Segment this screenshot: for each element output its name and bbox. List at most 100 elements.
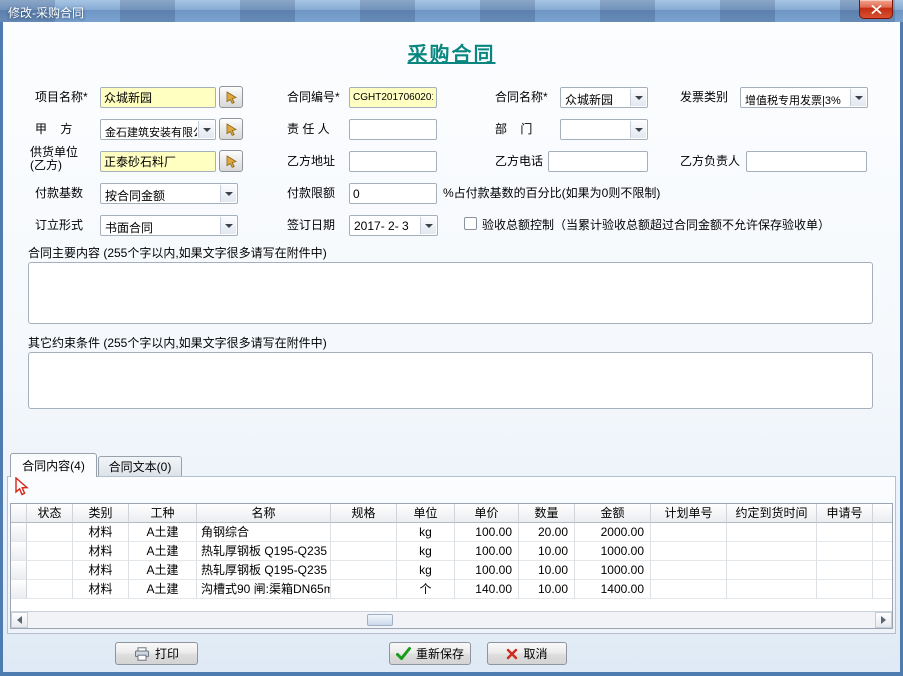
party-a-select[interactable]: 金石建筑安装有限公	[100, 119, 216, 140]
b-manager-input[interactable]	[746, 151, 867, 172]
grid-cell[interactable]	[727, 542, 817, 561]
grid-header-cell[interactable]: 数量	[519, 504, 575, 523]
grid-cell[interactable]: 1000.00	[575, 561, 651, 580]
grid-rowheader-cell[interactable]	[11, 580, 27, 599]
grid-cell[interactable]	[817, 561, 873, 580]
close-button[interactable]	[859, 0, 893, 19]
table-row[interactable]: 材料A土建沟槽式90 闸:渠箱DN65mm个140.0010.001400.00	[11, 580, 892, 599]
dropdown-arrow-button[interactable]	[850, 89, 866, 106]
grid-header-cell[interactable]: 单位	[397, 504, 455, 523]
grid-cell[interactable]: A土建	[129, 542, 197, 561]
save-button[interactable]: 重新保存	[389, 642, 471, 665]
dropdown-arrow-button[interactable]	[630, 121, 646, 138]
grid-cell[interactable]: 材料	[73, 523, 129, 542]
grid-cell[interactable]	[651, 580, 727, 599]
grid-cell[interactable]: 20.00	[519, 523, 575, 542]
contract-form-select[interactable]: 书面合同	[100, 215, 238, 236]
grid-cell[interactable]: A土建	[129, 580, 197, 599]
tab-contract-content[interactable]: 合同内容(4)	[10, 453, 97, 477]
other-terms-textarea[interactable]	[28, 352, 873, 409]
grid-cell[interactable]: 100.00	[455, 523, 519, 542]
grid-cell[interactable]: kg	[397, 523, 455, 542]
department-select[interactable]	[560, 119, 648, 140]
grid-header-cell[interactable]: 规格	[331, 504, 397, 523]
grid-cell[interactable]: 100.00	[455, 542, 519, 561]
table-row[interactable]: 材料A土建热轧厚钢板 Q195-Q235 8 kg100.0010.001000.…	[11, 561, 892, 580]
project-lookup-button[interactable]	[219, 86, 243, 108]
dropdown-arrow-button[interactable]	[220, 217, 236, 234]
table-row[interactable]: 材料A土建角钢综合kg100.0020.002000.00	[11, 523, 892, 542]
dropdown-arrow-button[interactable]	[630, 89, 646, 106]
calendar-dropdown-button[interactable]	[420, 217, 436, 234]
grid-cell[interactable]: 热轧厚钢板 Q195-Q235 8	[197, 561, 331, 580]
grid-cell[interactable]: 热轧厚钢板 Q195-Q235 2	[197, 542, 331, 561]
scroll-right-button[interactable]	[875, 612, 892, 628]
sign-date-picker[interactable]: 2017- 2- 3	[349, 215, 438, 236]
grid-rowheader-cell[interactable]	[11, 561, 27, 580]
horizontal-scrollbar[interactable]	[11, 611, 892, 628]
grid-cell[interactable]	[817, 523, 873, 542]
pay-limit-input[interactable]	[349, 183, 437, 204]
grid-cell[interactable]: 角钢综合	[197, 523, 331, 542]
tab-contract-text[interactable]: 合同文本(0)	[98, 456, 182, 476]
cancel-button[interactable]: 取消	[487, 642, 567, 665]
grid-cell[interactable]: 材料	[73, 561, 129, 580]
duty-person-input[interactable]	[349, 119, 437, 140]
grid-cell[interactable]	[331, 542, 397, 561]
grid-cell[interactable]	[331, 580, 397, 599]
grid-cell[interactable]	[331, 561, 397, 580]
grid-cell[interactable]: 材料	[73, 542, 129, 561]
project-name-input[interactable]	[100, 87, 216, 108]
grid-header-cell[interactable]: 名称	[197, 504, 331, 523]
grid-rowheader-cell[interactable]	[11, 523, 27, 542]
grid-cell[interactable]	[727, 561, 817, 580]
dropdown-arrow-button[interactable]	[198, 121, 214, 138]
grid-rowheader-cell[interactable]	[11, 542, 27, 561]
invoice-type-select[interactable]: 增值税专用发票|3%	[740, 87, 868, 108]
acceptance-total-checkbox-label[interactable]: 验收总额控制（当累计验收总额超过合同金额不允许保存验收单）	[482, 218, 830, 232]
grid-cell[interactable]: 10.00	[519, 561, 575, 580]
grid-header-cell[interactable]: 状态	[27, 504, 73, 523]
grid-cell[interactable]	[817, 580, 873, 599]
grid-header-cell[interactable]: 计划单号	[651, 504, 727, 523]
b-phone-input[interactable]	[548, 151, 648, 172]
grid-header-cell[interactable]: 工种	[129, 504, 197, 523]
contract-no-input[interactable]	[349, 87, 437, 108]
grid-cell[interactable]: 100.00	[455, 561, 519, 580]
grid-cell[interactable]: 1000.00	[575, 542, 651, 561]
grid-cell[interactable]: kg	[397, 561, 455, 580]
pay-base-select[interactable]: 按合同金额	[100, 183, 238, 204]
grid-header-cell[interactable]: 金额	[575, 504, 651, 523]
grid-cell[interactable]	[651, 542, 727, 561]
dropdown-arrow-button[interactable]	[220, 185, 236, 202]
table-row[interactable]: 材料A土建热轧厚钢板 Q195-Q235 2kg100.0010.001000.…	[11, 542, 892, 561]
grid-header-cell[interactable]: 类别	[73, 504, 129, 523]
grid-cell[interactable]	[27, 580, 73, 599]
grid-cell[interactable]: 140.00	[455, 580, 519, 599]
grid-header-cell[interactable]: 申请号	[817, 504, 873, 523]
grid-cell[interactable]: 材料	[73, 580, 129, 599]
print-button[interactable]: 打印	[115, 642, 198, 665]
b-address-input[interactable]	[349, 151, 437, 172]
grid-cell[interactable]: kg	[397, 542, 455, 561]
grid-cell[interactable]: A土建	[129, 561, 197, 580]
grid-cell[interactable]: 个	[397, 580, 455, 599]
grid-cell[interactable]	[727, 580, 817, 599]
supplier-input[interactable]	[100, 151, 216, 172]
grid-cell[interactable]	[27, 542, 73, 561]
grid-cell[interactable]	[27, 523, 73, 542]
grid-cell[interactable]	[331, 523, 397, 542]
grid-cell[interactable]	[727, 523, 817, 542]
scroll-left-button[interactable]	[11, 612, 28, 628]
grid-cell[interactable]	[651, 561, 727, 580]
grid-cell[interactable]	[817, 542, 873, 561]
grid-cell[interactable]: 10.00	[519, 580, 575, 599]
grid-cell[interactable]	[27, 561, 73, 580]
contract-name-select[interactable]: 众城新园	[560, 87, 648, 108]
grid-cell[interactable]: 1400.00	[575, 580, 651, 599]
titlebar[interactable]: 修改-采购合同	[0, 0, 903, 22]
grid-cell[interactable]	[651, 523, 727, 542]
acceptance-total-checkbox[interactable]	[464, 217, 477, 230]
supplier-lookup-button[interactable]	[219, 150, 243, 172]
grid-cell[interactable]: A土建	[129, 523, 197, 542]
